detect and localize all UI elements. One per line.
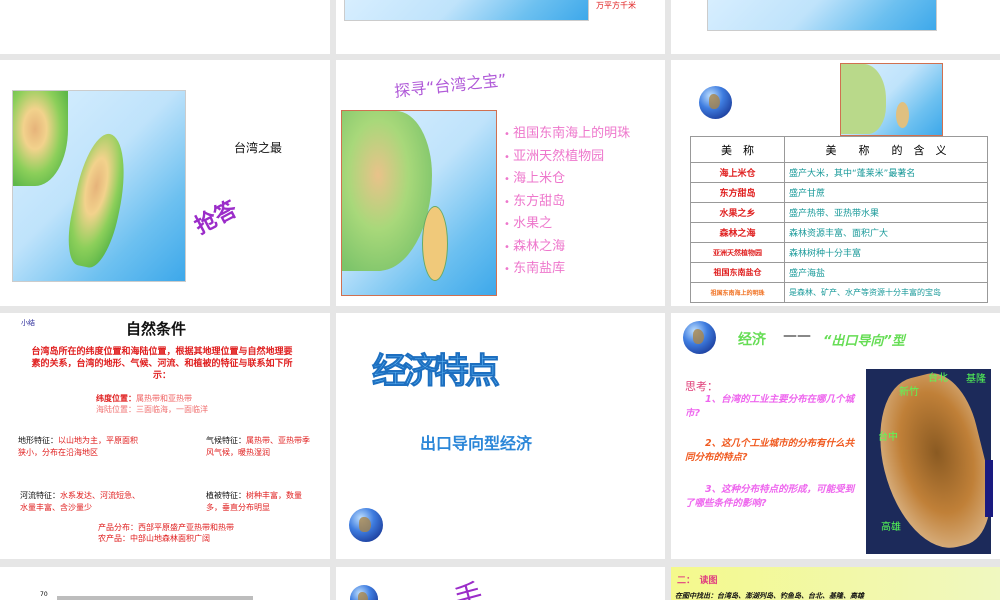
slide-thumbnail-1[interactable] <box>0 0 330 54</box>
city-label: 基隆 <box>966 374 986 385</box>
label: 植被特征： <box>206 491 246 500</box>
instruction-text: 在图中找出：台湾岛、澎湖列岛、钓鱼岛、台北、基隆、高雄 <box>675 592 864 600</box>
nickname-cell: 东方甜岛 <box>690 182 785 203</box>
nickname-table: 美 称 美 称 的 含 义 海上米仓 盛产大米，其中“蓬莱米”最著名 东方甜岛 盛产… <box>690 136 988 303</box>
table-row: 森林之海 森林资源丰富、面积广大 <box>690 222 988 243</box>
label: 纬度位置： <box>96 394 136 403</box>
nickname-cell: 海上米仓 <box>690 162 785 183</box>
question-3: 3、这种分布特点的形成，可能受到了哪些条件的影响? <box>685 484 855 509</box>
nickname-cell: 森林之海 <box>690 222 785 243</box>
bullet-item: 森林之海 <box>504 236 630 259</box>
taiwan-map <box>840 63 943 136</box>
taiwan-relief-map <box>12 90 186 282</box>
axis-tick-label: 70 <box>40 591 48 598</box>
wordart-title: 经济特点 <box>371 352 500 393</box>
label: 地形特征： <box>18 436 58 445</box>
chart-bar <box>57 596 253 600</box>
slide-thumbnail-12[interactable]: 二： 读图 在图中找出：台湾岛、澎湖列岛、钓鱼岛、台北、基隆、高雄 <box>671 567 1000 600</box>
slide-thumbnail-10[interactable]: 70 <box>0 567 330 600</box>
bullet-item: 祖国东南海上的明珠 <box>504 123 630 146</box>
globe-icon <box>699 86 732 119</box>
nickname-cell: 亚洲天然植物园 <box>690 242 785 263</box>
meaning-cell: 盛产大米，其中“蓬莱米”最著名 <box>784 162 988 183</box>
bullet-item: 水果之 <box>504 213 630 236</box>
globe-icon <box>683 321 716 354</box>
city-label: 新竹 <box>899 387 919 398</box>
slide-thumbnail-7[interactable]: 小结 自然条件 台湾岛所在的纬度位置和海陆位置，根据其地理位置与自然地理要素的关… <box>0 313 330 559</box>
nickname-cell: 祖国东南盐仓 <box>690 262 785 283</box>
treasure-list: 祖国东南海上的明珠 亚洲天然植物园 海上米仓 东方甜岛 水果之 森林之海 东南盐… <box>504 123 630 281</box>
subtitle: 出口导向型经济 <box>420 434 533 453</box>
bullet-item: 东南盐库 <box>504 258 630 281</box>
table-row: 海上米仓 盛产大米，其中“蓬莱米”最著名 <box>690 162 988 183</box>
meaning-cell: 盛产甘蔗 <box>784 182 988 203</box>
climate-block: 气候特征：属热带、亚热带季风气候，暖热湿润 <box>206 435 312 459</box>
bullet-item: 亚洲天然植物园 <box>504 146 630 169</box>
slide-title: 二： 读图 <box>677 576 718 586</box>
slide-thumbnail-5[interactable]: 探寻“台湾之宝” 祖国东南海上的明珠 亚洲天然植物园 海上米仓 东方甜岛 水果之… <box>336 60 665 306</box>
taiwan-map <box>707 0 937 31</box>
table-row: 祖国东南盐仓 盛产海盐 <box>690 262 988 283</box>
vegetation-block: 植被特征：树种丰富，数量多，垂直分布明显 <box>206 490 312 514</box>
china-taiwan-map <box>341 110 497 296</box>
slide-subtitle: “出口导向”型 <box>823 334 905 349</box>
header-cell: 美 称 的 含 义 <box>784 136 988 163</box>
nickname-cell: 水果之乡 <box>690 202 785 223</box>
slide-thumbnail-3[interactable] <box>671 0 1000 54</box>
question-1: 1、台湾的工业主要分布在哪几个城市? <box>685 394 855 419</box>
slide-thumbnail-8[interactable]: 经济特点 出口导向型经济 <box>336 313 665 559</box>
city-label: 台中 <box>878 432 898 443</box>
label: 海陆位置： <box>96 405 136 414</box>
table-row: 水果之乡 盛产热带、亚热带水果 <box>690 202 988 223</box>
slide-thumbnail-9[interactable]: 经济 —— “出口导向”型 思考： 1、台湾的工业主要分布在哪几个城市? 2、这… <box>671 313 1000 559</box>
think-label: 思考： <box>685 380 718 393</box>
slide-title: 台湾之最 <box>234 141 283 155</box>
bullet-item: 东方甜岛 <box>504 191 630 214</box>
label: 气候特征： <box>206 436 246 445</box>
slide-title: 自然条件 <box>126 320 187 338</box>
city-label: 台北 <box>928 373 948 384</box>
value: 三面临海，一面临洋 <box>136 405 208 414</box>
bullet-item: 海上米仓 <box>504 168 630 191</box>
position-block: 纬度位置：属热带和亚热带 海陆位置：三面临海，一面临洋 <box>96 393 208 415</box>
slide-thumbnail-4[interactable]: 台湾之最 抢答 <box>0 60 330 306</box>
question-2: 2、这几个工业城市的分布有什么共同分布的特点? <box>685 438 855 463</box>
title-dash: —— <box>783 328 811 344</box>
product-line: 农产品：中部山地森林面积广阔 <box>98 534 210 543</box>
meaning-cell: 是森林、矿产、水产等资源十分丰富的宝岛 <box>784 282 988 303</box>
wordart-text: 手 <box>450 576 487 600</box>
river-block: 河流特征：水系发达、河流短急、水量丰富、含沙量少 <box>20 490 142 514</box>
label: 河流特征： <box>20 491 60 500</box>
slide-thumbnail-11[interactable]: 手 <box>336 567 665 600</box>
area-unit-text: 万平方千米 <box>596 1 636 10</box>
table-row: 亚洲天然植物园 森林树种十分丰富 <box>690 242 988 263</box>
city-label: 高雄 <box>881 522 901 533</box>
meaning-cell: 森林树种十分丰富 <box>784 242 988 263</box>
taiwan-satellite-image: 台北 基隆 新竹 台中 高雄 <box>864 365 1000 559</box>
table-row: 东方甜岛 盛产甘蔗 <box>690 182 988 203</box>
product-line: 产品分布：西部平原盛产亚热带和热带 <box>98 523 234 532</box>
globe-icon <box>349 508 383 542</box>
nickname-cell: 祖国东南海上的明珠 <box>690 282 785 303</box>
globe-icon <box>350 585 378 600</box>
terrain-block: 地形特征：以山地为主，平原面积狭小，分布在沿海地区 <box>18 435 140 459</box>
meaning-cell: 盛产热带、亚热带水果 <box>784 202 988 223</box>
table-header-row: 美 称 美 称 的 含 义 <box>690 136 988 163</box>
header-cell: 美 称 <box>690 136 785 163</box>
slide-thumbnail-2[interactable]: 万平方千米 <box>336 0 665 54</box>
summary-tag: 小结 <box>21 319 35 327</box>
value: 属热带和亚热带 <box>136 394 192 403</box>
taiwan-map <box>344 0 589 21</box>
table-row: 祖国东南海上的明珠 是森林、矿产、水产等资源十分丰富的宝岛 <box>690 282 988 303</box>
slide-title: 经济 <box>738 332 766 348</box>
product-block: 产品分布：西部平原盛产亚热带和热带 农产品：中部山地森林面积广阔 <box>98 522 234 544</box>
slide-thumbnail-6[interactable]: 美 称 美 称 的 含 义 海上米仓 盛产大米，其中“蓬莱米”最著名 东方甜岛 盛产… <box>671 60 1000 306</box>
meaning-cell: 森林资源丰富、面积广大 <box>784 222 988 243</box>
meaning-cell: 盛产海盐 <box>784 262 988 283</box>
slide-title: 探寻“台湾之宝” <box>393 70 508 101</box>
intro-paragraph: 台湾岛所在的纬度位置和海陆位置，根据其地理位置与自然地理要素的关系，台湾的地形、… <box>31 347 293 381</box>
qiangda-wordart: 抢答 <box>190 196 242 240</box>
